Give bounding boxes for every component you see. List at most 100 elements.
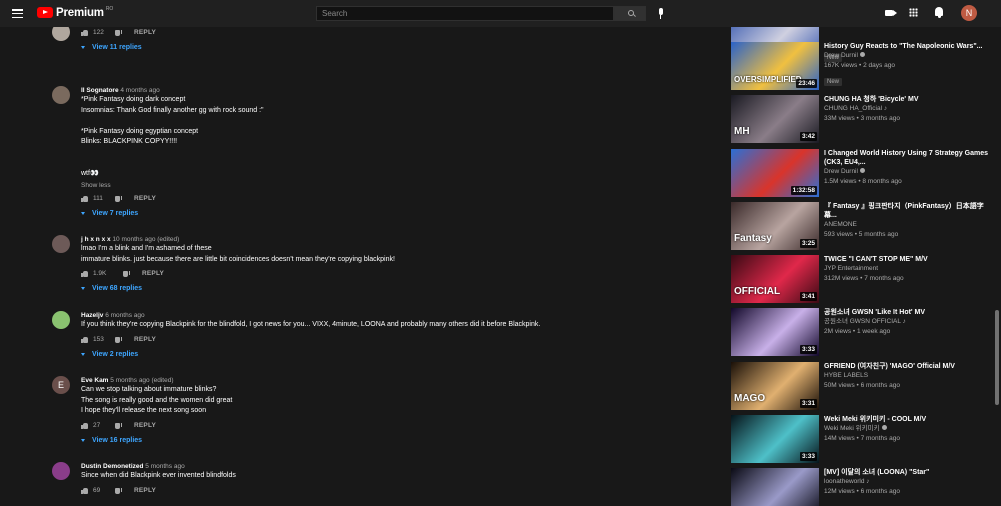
video-thumbnail[interactable] bbox=[731, 468, 819, 506]
dislike-icon[interactable] bbox=[115, 487, 122, 494]
like-icon[interactable] bbox=[81, 196, 88, 202]
commenter-avatar[interactable] bbox=[52, 27, 70, 41]
commenter-avatar[interactable] bbox=[52, 235, 70, 253]
related-video[interactable]: MAGO 3:31 GFRIEND (여자친구) 'MAGO' Official M… bbox=[731, 362, 991, 410]
view-replies-button[interactable]: View 7 replies bbox=[81, 209, 700, 219]
view-replies-button[interactable]: View 16 replies bbox=[81, 436, 700, 446]
comment-time[interactable]: 5 months ago (edited) bbox=[108, 377, 173, 384]
reply-button[interactable]: REPLY bbox=[134, 336, 156, 343]
video-channel[interactable]: Weki Meki 위키미키 bbox=[824, 424, 989, 434]
video-title[interactable]: History Guy Reacts to "The Napoleonic Wa… bbox=[824, 42, 989, 51]
dislike-icon[interactable] bbox=[115, 196, 122, 202]
video-title[interactable]: 공원소녀 GWSN 'Like It Hot' MV bbox=[824, 308, 989, 317]
view-replies-button[interactable]: View 2 replies bbox=[81, 350, 700, 360]
view-replies-button[interactable]: View 68 replies bbox=[81, 284, 700, 294]
reply-button[interactable]: REPLY bbox=[142, 270, 164, 277]
dislike-icon[interactable] bbox=[123, 271, 130, 277]
commenter-avatar[interactable]: E bbox=[52, 376, 70, 394]
video-title[interactable]: Weki Meki 위키미키 - COOL M/V bbox=[824, 415, 989, 424]
show-less-link[interactable]: Show less bbox=[81, 181, 700, 190]
related-video[interactable]: OFFICIAL 3:41 TWICE "I CAN'T STOP ME" M/V J… bbox=[731, 255, 991, 303]
video-thumbnail[interactable]: 3:33 bbox=[731, 415, 819, 463]
related-video[interactable]: 3:33 Weki Meki 위키미키 - COOL M/V Weki Meki 위… bbox=[731, 415, 991, 463]
video-channel[interactable]: Drew Durnil bbox=[824, 51, 989, 61]
related-videos: 23:10NewOVERSIMPLIFIED23:46History Guy R… bbox=[731, 27, 991, 506]
apps-grid-icon[interactable] bbox=[909, 8, 918, 17]
comment-author[interactable]: j h x n x x bbox=[81, 236, 111, 243]
video-thumbnail[interactable]: Fantasy 3:25 bbox=[731, 202, 819, 250]
related-video[interactable]: [MV] 이달의 소녀 (LOONA) "Star" loonatheworld … bbox=[731, 468, 991, 506]
notifications-bell-icon[interactable] bbox=[935, 7, 943, 18]
video-thumbnail[interactable]: 1:32:58 bbox=[731, 149, 819, 197]
video-channel[interactable]: CHUNG HA_Official ♪ bbox=[824, 104, 989, 114]
microphone-icon[interactable] bbox=[658, 8, 663, 19]
comment-time[interactable]: 10 months ago (edited) bbox=[111, 236, 179, 243]
reply-button[interactable]: REPLY bbox=[134, 195, 156, 202]
comment-time[interactable]: 4 months ago bbox=[119, 87, 159, 94]
menu-icon[interactable] bbox=[12, 9, 23, 19]
commenter-avatar[interactable] bbox=[52, 86, 70, 104]
comment-actions: 27 REPLY bbox=[81, 421, 700, 433]
create-video-icon[interactable] bbox=[885, 10, 897, 16]
comment-body: Il Sognatore 4 months ago *Pink Fantasy d… bbox=[81, 86, 700, 219]
video-info: Weki Meki 위키미키 - COOL M/V Weki Meki 위키미키 1… bbox=[824, 415, 989, 443]
search-button[interactable] bbox=[614, 6, 646, 21]
reply-button[interactable]: REPLY bbox=[134, 487, 156, 494]
view-replies-label: View 16 replies bbox=[92, 436, 143, 444]
video-channel[interactable]: HYBE LABELS bbox=[824, 371, 989, 381]
video-thumbnail[interactable]: MH 3:42 bbox=[731, 95, 819, 143]
youtube-premium-logo[interactable]: Premium RO bbox=[37, 6, 113, 20]
related-video[interactable]: 3:33 공원소녀 GWSN 'Like It Hot' MV 공원소녀 GWSN … bbox=[731, 308, 991, 356]
commenter-avatar[interactable] bbox=[52, 311, 70, 329]
comment-text-line bbox=[81, 116, 700, 127]
related-video[interactable]: 1:32:58 I Changed World History Using 7 S… bbox=[731, 149, 991, 197]
related-video[interactable]: MH 3:42 CHUNG HA 청하 'Bicycle' MV CHUNG HA_O… bbox=[731, 95, 991, 143]
reply-button[interactable]: REPLY bbox=[134, 29, 156, 36]
comment-time[interactable]: 5 months ago bbox=[143, 463, 184, 470]
commenter-avatar[interactable] bbox=[52, 462, 70, 480]
video-thumbnail[interactable]: MAGO 3:31 bbox=[731, 362, 819, 410]
account-avatar[interactable]: N bbox=[961, 5, 977, 21]
video-title[interactable]: TWICE "I CAN'T STOP ME" M/V bbox=[824, 255, 989, 264]
video-channel[interactable]: JYP Entertainment bbox=[824, 264, 989, 274]
reply-button[interactable]: REPLY bbox=[134, 422, 156, 429]
view-replies-label: View 11 replies bbox=[92, 43, 142, 51]
like-icon[interactable] bbox=[81, 271, 88, 277]
video-title[interactable]: GFRIEND (여자친구) 'MAGO' Official M/V bbox=[824, 362, 989, 371]
search-input[interactable] bbox=[316, 6, 614, 21]
video-meta: 12M views • 6 months ago bbox=[824, 487, 900, 495]
like-icon[interactable] bbox=[81, 336, 88, 343]
video-title[interactable]: [MV] 이달의 소녀 (LOONA) "Star" bbox=[824, 468, 989, 477]
video-channel[interactable]: ANEMONE bbox=[824, 220, 989, 230]
video-channel[interactable]: 공원소녀 GWSN OFFICIAL ♪ bbox=[824, 317, 989, 327]
like-icon[interactable] bbox=[81, 422, 88, 429]
scrollbar-thumb[interactable] bbox=[995, 310, 999, 405]
page-scrollbar[interactable] bbox=[993, 27, 1001, 506]
video-title[interactable]: CHUNG HA 청하 'Bicycle' MV bbox=[824, 95, 989, 104]
related-video[interactable]: OVERSIMPLIFIED 23:46 History Guy Reacts to… bbox=[731, 42, 991, 90]
video-title[interactable]: I Changed World History Using 7 Strategy… bbox=[824, 149, 989, 167]
comment-actions: 153 REPLY bbox=[81, 335, 700, 347]
dislike-icon[interactable] bbox=[115, 336, 122, 343]
video-channel[interactable]: loonatheworld ♪ bbox=[824, 477, 989, 487]
like-icon[interactable] bbox=[81, 29, 88, 36]
comment-author[interactable]: Dustin Demonetized bbox=[81, 463, 143, 470]
dislike-icon[interactable] bbox=[115, 29, 122, 36]
video-title[interactable]: 『 Fantasy 』핑크판타지（PinkFantasy）日本語字幕... bbox=[824, 202, 989, 220]
video-thumbnail[interactable]: OVERSIMPLIFIED 23:46 bbox=[731, 42, 819, 90]
related-video[interactable]: Fantasy 3:25 『 Fantasy 』핑크판타지（PinkFantasy）… bbox=[731, 202, 991, 250]
comment-actions: 69 REPLY bbox=[81, 486, 700, 498]
dislike-icon[interactable] bbox=[115, 422, 122, 429]
comment-text-line: The song is really good and the women di… bbox=[81, 396, 233, 404]
video-info: GFRIEND (여자친구) 'MAGO' Official M/V HYBE L… bbox=[824, 362, 989, 390]
comment-author[interactable]: Il Sognatore bbox=[81, 87, 119, 94]
comment-author[interactable]: Hazeljv bbox=[81, 312, 103, 319]
view-replies-button[interactable]: View 11 replies bbox=[81, 43, 700, 53]
video-thumbnail[interactable]: OFFICIAL 3:41 bbox=[731, 255, 819, 303]
video-channel[interactable]: Drew Durnil bbox=[824, 167, 989, 177]
video-thumbnail[interactable]: 3:33 bbox=[731, 308, 819, 356]
comment-time[interactable]: 6 months ago bbox=[103, 312, 144, 319]
comment-author[interactable]: Eve Kam bbox=[81, 377, 108, 384]
like-icon[interactable] bbox=[81, 487, 88, 494]
thumbnail-text: Fantasy bbox=[734, 233, 772, 244]
